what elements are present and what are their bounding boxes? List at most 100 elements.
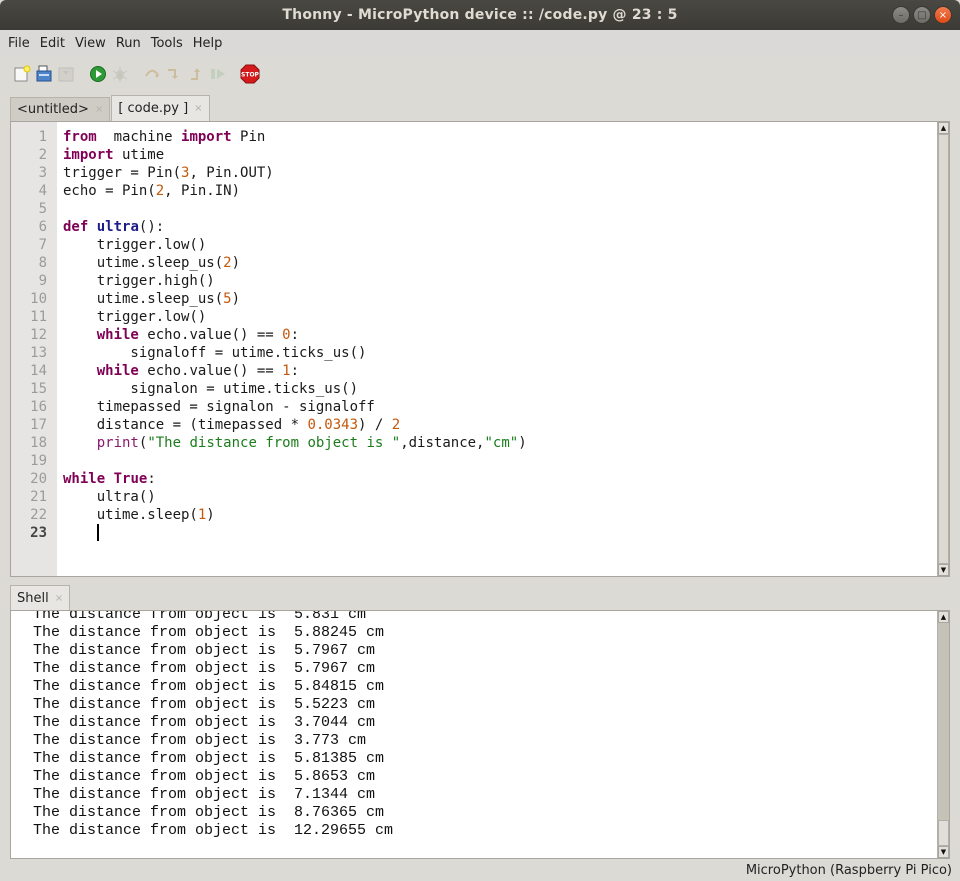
shell-tabs: Shell × xyxy=(10,585,71,611)
line-number: 19 xyxy=(30,453,47,469)
text-caret xyxy=(96,524,99,541)
maximize-button[interactable]: □ xyxy=(913,6,931,24)
menu-bar: File Edit View Run Tools Help xyxy=(0,30,960,56)
menu-help[interactable]: Help xyxy=(188,36,228,51)
scroll-down-arrow[interactable]: ▼ xyxy=(938,846,949,858)
code-editor[interactable]: 1 from machine import Pin 2 import utime 3 tr… xyxy=(10,121,950,577)
run-button[interactable] xyxy=(88,64,108,84)
step-into-icon xyxy=(168,69,178,79)
line-source: ultra() xyxy=(63,489,156,505)
tab-shell[interactable]: Shell × xyxy=(10,585,71,611)
line-source: from machine import Pin xyxy=(63,129,266,145)
stop-button[interactable]: STOP xyxy=(240,64,260,84)
line-source: trigger.low() xyxy=(63,237,207,253)
editor-scrollbar[interactable]: ▲ ▼ xyxy=(937,122,949,576)
shell-scrollbar[interactable]: ▲ ▼ xyxy=(937,611,949,858)
line-source: signalon = utime.ticks_us() xyxy=(63,381,359,397)
line-source: trigger.high() xyxy=(63,273,215,289)
code-line[interactable]: 16 timepassed = signalon - signaloff xyxy=(30,398,935,416)
line-number: 8 xyxy=(38,255,47,271)
line-source: while echo.value() == 1: xyxy=(96,363,300,379)
line-source: utime.sleep_us(5) xyxy=(63,291,241,307)
open-file-button[interactable] xyxy=(34,64,54,84)
code-line[interactable]: 21 ultra() xyxy=(30,488,935,506)
interpreter-selector[interactable]: MicroPython (Raspberry Pi Pico) xyxy=(746,863,952,878)
code-line[interactable]: 11 trigger.low() xyxy=(30,308,935,326)
code-line[interactable]: 20 while True: xyxy=(30,470,935,488)
line-source: echo = Pin(2, Pin.IN) xyxy=(63,183,241,199)
run-icon xyxy=(90,66,106,82)
toolbar: STOP xyxy=(0,58,960,90)
shell-output-line: The distance from object is 12.29655 cm xyxy=(33,822,394,839)
tab-untitled[interactable]: <untitled> × xyxy=(10,97,111,121)
line-source: distance = (timepassed * 0.0343) / 2 xyxy=(63,417,401,433)
menu-file[interactable]: File xyxy=(3,36,35,51)
resume-button[interactable] xyxy=(208,64,228,84)
step-into-button[interactable] xyxy=(164,64,184,84)
line-source xyxy=(57,200,63,218)
line-source: def ultra(): xyxy=(63,219,165,235)
stop-icon: STOP xyxy=(240,64,260,84)
menu-view[interactable]: View xyxy=(70,36,111,51)
line-number: 10 xyxy=(30,291,47,307)
code-line[interactable]: 1 from machine import Pin xyxy=(39,128,935,146)
code-line[interactable]: 19 xyxy=(30,452,935,470)
scroll-down-arrow[interactable]: ▼ xyxy=(938,564,949,576)
code-line[interactable]: 23 xyxy=(30,524,935,542)
line-number: 2 xyxy=(38,147,47,163)
line-number: 23 xyxy=(30,525,47,541)
code-line[interactable]: 8 utime.sleep_us(2) xyxy=(39,254,935,272)
code-line[interactable]: 22 utime.sleep(1) xyxy=(30,506,935,524)
code-line[interactable]: 2 import utime xyxy=(39,146,935,164)
code-line[interactable]: 14 while echo.value() == 1: xyxy=(30,362,935,380)
menu-tools[interactable]: Tools xyxy=(146,36,188,51)
menu-run[interactable]: Run xyxy=(111,36,146,51)
tab-code-py[interactable]: [ code.py ] × xyxy=(111,95,210,121)
scroll-up-arrow[interactable]: ▲ xyxy=(938,611,949,623)
code-line[interactable]: 3 trigger = Pin(3, Pin.OUT) xyxy=(39,164,935,182)
code-line[interactable]: 5 xyxy=(39,200,935,218)
code-line[interactable]: 6 def ultra(): xyxy=(39,218,935,236)
line-source: print("The distance from object is ",dis… xyxy=(96,435,527,451)
code-line[interactable]: 9 trigger.high() xyxy=(39,272,935,290)
shell-output-line: The distance from object is 5.88245 cm xyxy=(33,624,385,641)
scroll-thumb[interactable] xyxy=(938,820,949,846)
tab-close-icon[interactable]: × xyxy=(194,103,202,114)
step-over-button[interactable] xyxy=(142,64,162,84)
menu-edit[interactable]: Edit xyxy=(35,36,70,51)
code-line[interactable]: 4 echo = Pin(2, Pin.IN) xyxy=(39,182,935,200)
shell-output-line: The distance from object is 5.84815 cm xyxy=(33,678,385,695)
close-button[interactable]: × xyxy=(934,6,952,24)
shell-output-line: The distance from object is 5.81385 cm xyxy=(33,750,385,767)
code-line[interactable]: 7 trigger.low() xyxy=(39,236,935,254)
tab-close-icon[interactable]: × xyxy=(55,593,63,604)
code-line[interactable]: 13 signaloff = utime.ticks_us() xyxy=(30,344,935,362)
shell-output-line: The distance from object is 8.76365 cm xyxy=(33,804,385,821)
shell-output-line: The distance from object is 5.8653 cm xyxy=(33,768,376,785)
code-area[interactable]: 1 from machine import Pin 2 import utime 3 tr… xyxy=(30,128,935,542)
code-line[interactable]: 12 while echo.value() == 0: xyxy=(30,326,935,344)
line-number: 11 xyxy=(30,309,47,325)
line-number: 1 xyxy=(38,129,47,145)
step-out-button[interactable] xyxy=(186,64,206,84)
code-line[interactable]: 10 utime.sleep_us(5) xyxy=(30,290,935,308)
tab-close-icon[interactable]: × xyxy=(95,104,103,115)
shell-output-line: The distance from object is 3.7044 cm xyxy=(33,714,376,731)
code-line[interactable]: 18 print("The distance from object is ",… xyxy=(30,434,935,452)
new-file-button[interactable] xyxy=(12,64,32,84)
debug-button[interactable] xyxy=(110,64,130,84)
line-source: trigger.low() xyxy=(63,309,207,325)
line-number: 3 xyxy=(38,165,47,181)
line-source xyxy=(57,452,63,470)
debug-bug-icon xyxy=(112,67,128,82)
code-line[interactable]: 15 signalon = utime.ticks_us() xyxy=(30,380,935,398)
shell-panel[interactable]: The distance from object is 5.831 cm The … xyxy=(10,610,950,859)
code-line[interactable]: 17 distance = (timepassed * 0.0343) / 2 xyxy=(30,416,935,434)
line-number: 12 xyxy=(30,327,47,343)
scroll-up-arrow[interactable]: ▲ xyxy=(938,122,949,134)
scroll-thumb[interactable] xyxy=(938,134,949,564)
save-button[interactable] xyxy=(56,64,76,84)
minimize-button[interactable]: – xyxy=(892,6,910,24)
line-source: signaloff = utime.ticks_us() xyxy=(63,345,367,361)
open-file-icon xyxy=(36,65,52,82)
